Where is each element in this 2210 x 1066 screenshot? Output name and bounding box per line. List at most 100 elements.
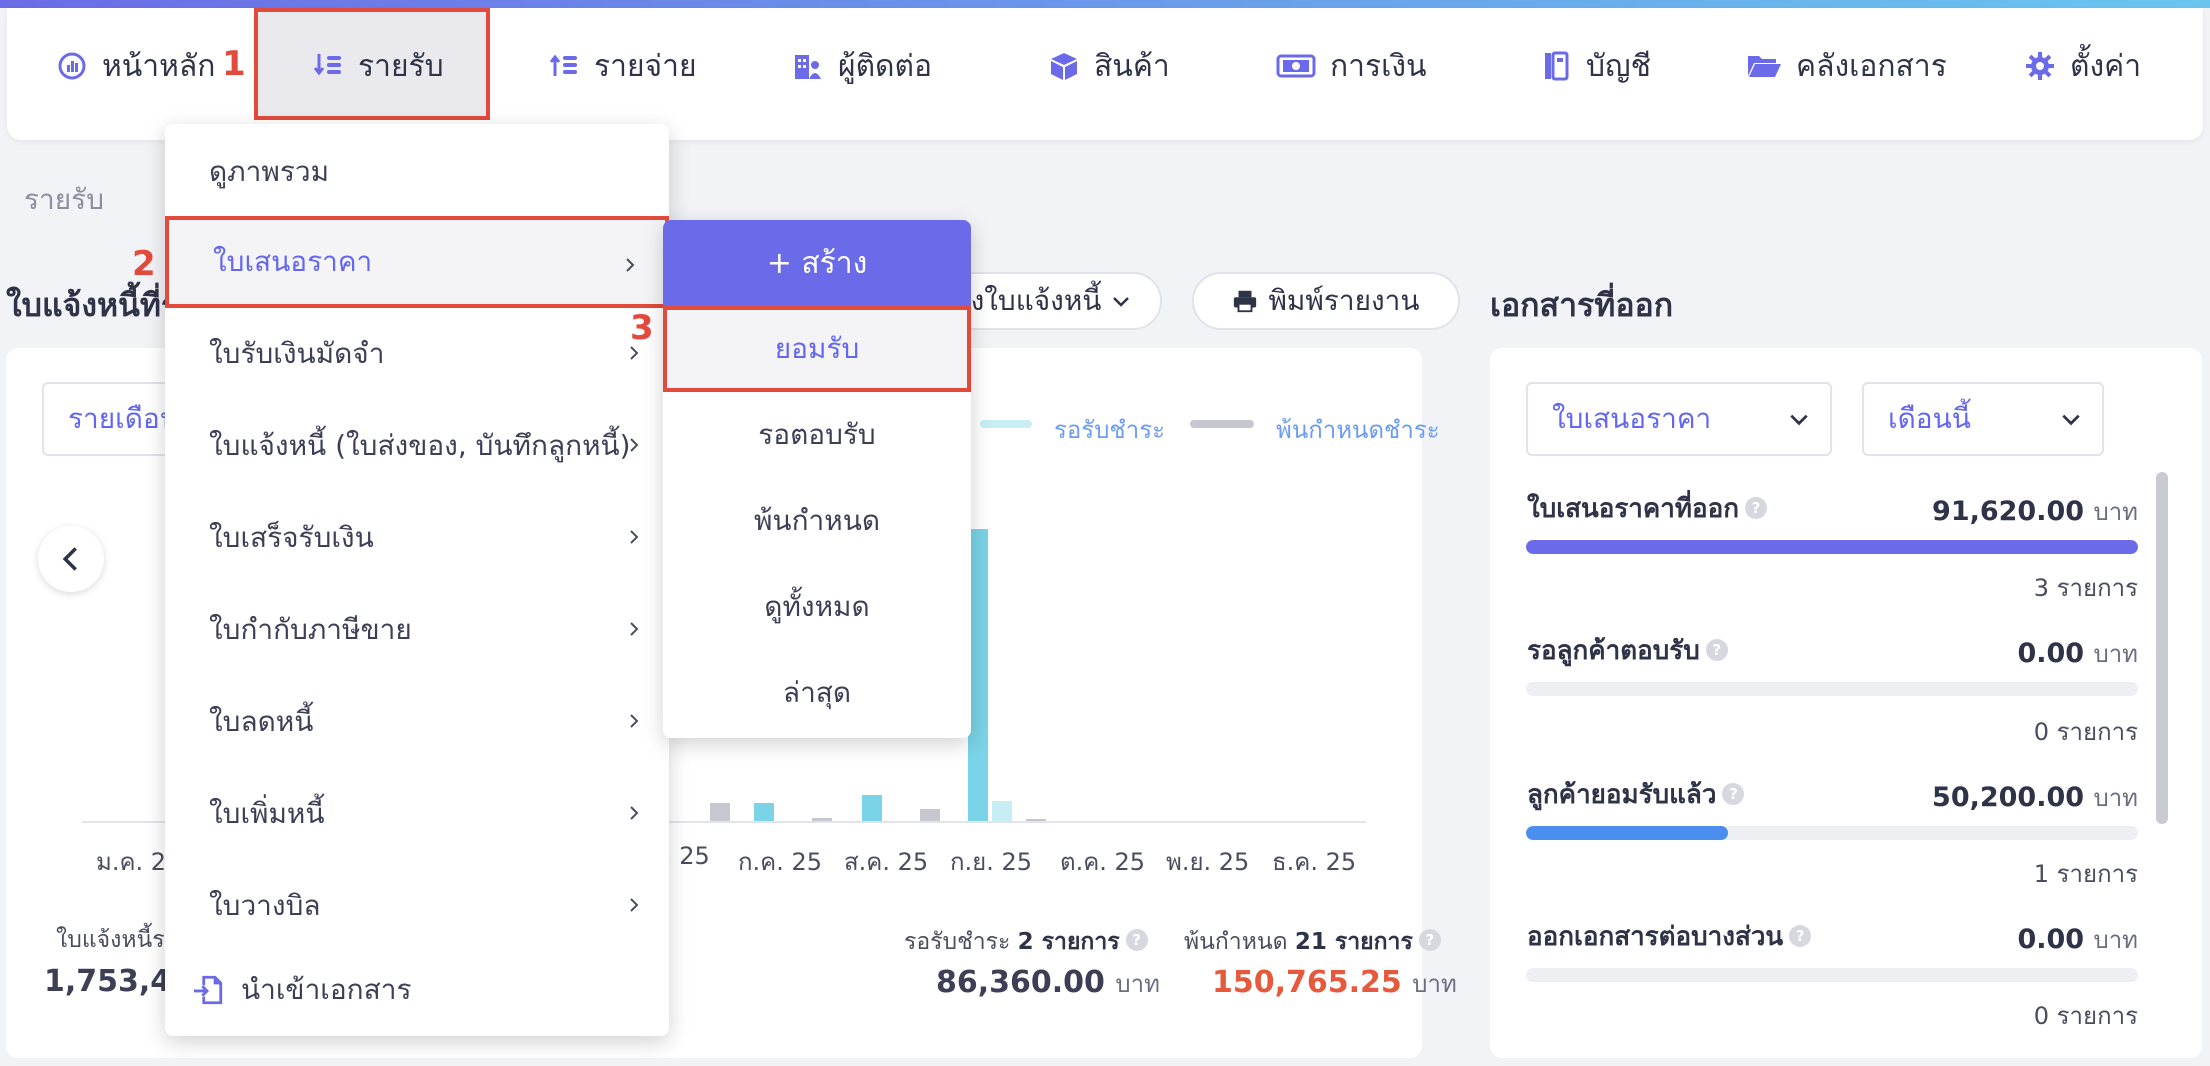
help-icon[interactable]: ? xyxy=(1125,929,1148,951)
chevron-down-icon xyxy=(2062,414,2080,426)
chart-x-tick-label: . 25 xyxy=(664,842,710,870)
menu-item-overview[interactable]: ดูภาพรวม xyxy=(165,126,669,218)
menu-item-label: ใบเพิ่มหนี้ xyxy=(209,797,325,830)
chevron-left-icon xyxy=(62,547,77,571)
chevron-right-icon xyxy=(626,258,635,272)
nav-item-expense[interactable]: รายจ่าย xyxy=(548,0,697,132)
docs-panel-scrollbar[interactable] xyxy=(2156,472,2168,824)
doc-row-progress xyxy=(1526,682,2138,696)
chevron-down-icon xyxy=(1790,414,1808,426)
nav-item-label: การเงิน xyxy=(1330,48,1427,84)
chevron-down-icon xyxy=(1113,297,1130,307)
docs-panel-title: เอกสารที่ออก xyxy=(1490,286,1674,324)
help-icon[interactable]: ? xyxy=(1705,639,1728,661)
doc-row-amount-value: 91,620.00 xyxy=(1932,496,2085,527)
nav-item-products[interactable]: สินค้า xyxy=(1048,0,1170,132)
chart-x-tick-label: ก.ค. 25 xyxy=(738,848,823,876)
nav-item-label: รายจ่าย xyxy=(594,48,697,84)
pending-amount-row: 86,360.00 บาท xyxy=(936,964,1160,1003)
chart-x-tick-label: ก.ย. 25 xyxy=(950,848,1033,876)
nav-item-accounting[interactable]: บัญชี xyxy=(1540,0,1651,132)
submenu-item-accepted[interactable]: ยอมรับ xyxy=(663,306,971,392)
income-icon xyxy=(313,54,341,76)
chevron-right-icon xyxy=(630,530,639,544)
chart-bar[interactable] xyxy=(968,529,988,821)
nav-item-documents[interactable]: คลังเอกสาร xyxy=(1746,0,1947,132)
chevron-right-icon xyxy=(630,806,639,820)
printer-icon xyxy=(1234,290,1257,313)
doc-row-title: รอลูกค้าตอบรับ? xyxy=(1527,630,1728,671)
legend-swatch-pending xyxy=(980,420,1032,428)
docs-period-select-value: เดือนนี้ xyxy=(1888,402,1971,435)
chart-bar[interactable] xyxy=(920,809,940,821)
help-icon[interactable]: ? xyxy=(1745,497,1768,519)
menu-item-label: นำเข้าเอกสาร xyxy=(241,973,412,1006)
print-report-button[interactable]: พิมพ์รายงาน xyxy=(1192,272,1460,330)
doc-row-count: 0 รายการ xyxy=(2033,1002,2138,1030)
contacts-icon xyxy=(795,55,821,79)
nav-item-settings[interactable]: ตั้งค่า xyxy=(2024,0,2141,132)
nav-item-label: ตั้งค่า xyxy=(2070,48,2142,84)
invoice-filter-pill[interactable]: งใบแจ้งหนี้ xyxy=(940,272,1162,330)
create-quotation-button[interactable]: + สร้าง xyxy=(663,220,971,306)
doc-type-select[interactable]: ใบเสนอราคา xyxy=(1526,382,1832,456)
menu-item-debit-note[interactable]: ใบเพิ่มหนี้ xyxy=(165,768,669,860)
nav-item-label: คลังเอกสาร xyxy=(1796,48,1947,84)
menu-item-invoice[interactable]: ใบแจ้งหนี้ (ใบส่งของ, บันทึกลูกหนี้) xyxy=(165,400,669,492)
help-icon[interactable]: ? xyxy=(1789,925,1812,947)
doc-type-select-value: ใบเสนอราคา xyxy=(1552,402,1712,435)
menu-item-billing-note[interactable]: ใบวางบิล xyxy=(165,860,669,952)
chevron-right-icon xyxy=(630,438,639,452)
currency-unit: บาท xyxy=(1412,970,1457,998)
doc-row-progress xyxy=(1526,540,2138,554)
nav-item-home[interactable]: หน้าหลัก xyxy=(56,0,215,132)
menu-item-label: ใบกำกับภาษีขาย xyxy=(209,613,412,646)
doc-row-amount: 91,620.00 บาท xyxy=(1932,492,2138,531)
menu-item-quotation[interactable]: ใบเสนอราคา xyxy=(165,216,669,308)
doc-row-count: 0 รายการ xyxy=(2033,718,2138,746)
help-icon[interactable]: ? xyxy=(1418,929,1441,951)
submenu-item-view-all[interactable]: ดูทั้งหมด xyxy=(663,564,971,650)
period-select-value: รายเดือน xyxy=(68,402,179,435)
doc-row-amount: 0.00 บาท xyxy=(2017,634,2138,673)
submenu-item-awaiting[interactable]: รอตอบรับ xyxy=(663,392,971,478)
pending-stat-label: รอรับชำระ 2 รายการ? xyxy=(904,924,1148,960)
help-icon[interactable]: ? xyxy=(1722,783,1745,805)
docs-period-select[interactable]: เดือนนี้ xyxy=(1862,382,2104,456)
submenu-item-expired[interactable]: พ้นกำหนด xyxy=(663,478,971,564)
doc-row-progress xyxy=(1526,968,2138,982)
nav-item-label: ผู้ติดต่อ xyxy=(838,48,933,84)
doc-row-progress-fill xyxy=(1526,826,1728,840)
chart-x-tick-label: ต.ค. 25 xyxy=(1060,848,1146,876)
doc-row-title-text: ออกเอกสารต่อบางส่วน xyxy=(1527,922,1784,952)
income-dropdown-menu: ดูภาพรวม ใบเสนอราคา ใบรับเงินมัดจำ ใบแจ้… xyxy=(165,124,669,1036)
nav-item-income[interactable]: รายรับ xyxy=(312,0,444,132)
doc-row-count: 3 รายการ xyxy=(2033,574,2138,602)
chart-x-tick-label: ส.ค. 25 xyxy=(844,848,929,876)
doc-row-amount: 0.00 บาท xyxy=(2017,920,2138,959)
doc-row-count: 1 รายการ xyxy=(2033,860,2138,888)
menu-item-credit-note[interactable]: ใบลดหนี้ xyxy=(165,676,669,768)
chart-prev-button[interactable] xyxy=(38,526,104,592)
chart-bar[interactable] xyxy=(754,803,774,821)
menu-item-receipt[interactable]: ใบเสร็จรับเงิน xyxy=(165,492,669,584)
doc-row-amount: 50,200.00 บาท xyxy=(1932,778,2138,817)
step-marker-1: 1 xyxy=(222,44,246,84)
invoice-total-label: ใบแจ้งหนี้รว xyxy=(56,927,178,953)
doc-row-title-text: ลูกค้ายอมรับแล้ว xyxy=(1527,780,1717,810)
gear-icon xyxy=(2026,52,2054,80)
chart-bar[interactable] xyxy=(710,803,730,821)
menu-item-import[interactable]: นำเข้าเอกสาร xyxy=(165,944,669,1036)
chart-bar[interactable] xyxy=(862,794,882,821)
submenu-item-latest[interactable]: ล่าสุด xyxy=(663,650,971,736)
chart-bar[interactable] xyxy=(992,800,1012,821)
step-marker-3: 3 xyxy=(630,308,654,348)
doc-row-title-text: รอลูกค้าตอบรับ xyxy=(1527,636,1700,666)
currency-unit: บาท xyxy=(2093,926,2138,954)
nav-item-finance[interactable]: การเงิน xyxy=(1276,0,1427,132)
menu-item-tax-invoice[interactable]: ใบกำกับภาษีขาย xyxy=(165,584,669,676)
menu-item-deposit-receipt[interactable]: ใบรับเงินมัดจำ xyxy=(165,308,669,400)
doc-row-title: ออกเอกสารต่อบางส่วน? xyxy=(1527,916,1812,957)
nav-item-contacts[interactable]: ผู้ติดต่อ xyxy=(792,0,932,132)
breadcrumb: รายรับ xyxy=(24,183,104,216)
